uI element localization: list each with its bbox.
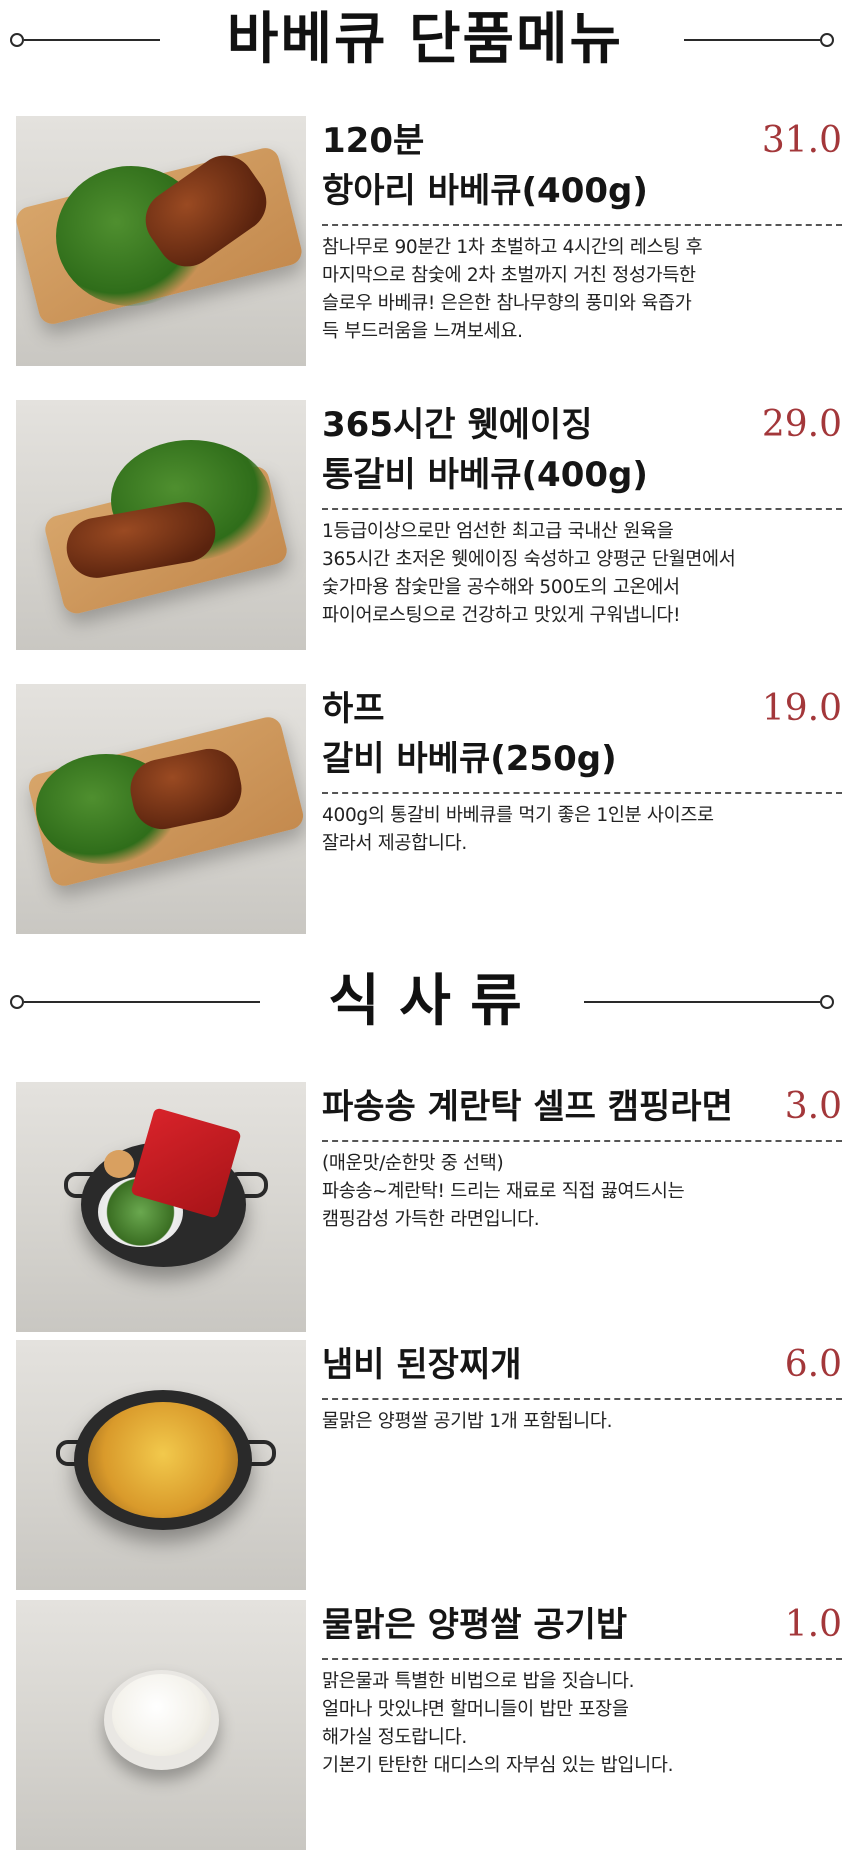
doenjang-stew-photo	[16, 1340, 306, 1590]
menu-item-name: 하프 갈비 바베큐(250g)	[322, 689, 617, 779]
menu-item-price: 1.0	[784, 1604, 842, 1645]
menu-item-description: 400g의 통갈비 바베큐를 먹기 좋은 1인분 사이즈로 잘라서 제공합니다.	[322, 805, 714, 854]
rice-bowl-photo	[16, 1600, 306, 1850]
menu-item-name: 파송송 계란탁 셀프 캠핑라면	[322, 1087, 733, 1127]
menu-item-name: 냄비 된장찌개	[322, 1345, 522, 1385]
menu-item-description: 맑은물과 특별한 비법으로 밥을 짓습니다. 얼마나 맛있냐면 할머니들이 밥만…	[322, 1671, 674, 1776]
menu-item-name: 물맑은 양평쌀 공기밥	[322, 1605, 628, 1645]
menu-item-info: 365시간 웻에이징 통갈비 바베큐(400g) 29.0 1등급이상으로만 엄…	[322, 400, 842, 630]
menu-item[interactable]: 냄비 된장찌개 6.0 물맑은 양평쌀 공기밥 1개 포함됩니다.	[16, 1340, 842, 1590]
menu-item-description: 물맑은 양평쌀 공기밥 1개 포함됩니다.	[322, 1411, 613, 1432]
dashed-divider	[322, 1398, 842, 1400]
menu-item-name: 120분 항아리 바베큐(400g)	[322, 121, 648, 211]
menu-item-description: 1등급이상으로만 엄선한 최고급 국내산 원육을 365시간 초저온 웻에이징 …	[322, 521, 736, 626]
half-ribs-photo	[16, 684, 306, 934]
section-header-meals: 식 사 류	[0, 962, 850, 1042]
bbq-jar-photo	[16, 116, 306, 366]
dashed-divider	[322, 508, 842, 510]
menu-item-name: 365시간 웻에이징 통갈비 바베큐(400g)	[322, 405, 648, 495]
camping-ramen-photo	[16, 1082, 306, 1332]
menu-item-info: 물맑은 양평쌀 공기밥 1.0 맑은물과 특별한 비법으로 밥을 짓습니다. 얼…	[322, 1600, 842, 1780]
menu-item[interactable]: 파송송 계란탁 셀프 캠핑라면 3.0 (매운맛/순한맛 중 선택) 파송송~계…	[16, 1082, 842, 1332]
menu-item-description: 참나무로 90분간 1차 초벌하고 4시간의 레스팅 후 마지막으로 참숯에 2…	[322, 237, 703, 342]
dashed-divider	[322, 1658, 842, 1660]
menu-item-price: 3.0	[784, 1086, 842, 1127]
menu-item-price: 19.0	[761, 688, 842, 729]
menu-item-price: 29.0	[761, 404, 842, 445]
menu-item-info: 120분 항아리 바베큐(400g) 31.0 참나무로 90분간 1차 초벌하…	[322, 116, 842, 346]
header-rule-right	[584, 995, 834, 1009]
menu-item-price: 6.0	[784, 1344, 842, 1385]
menu-item[interactable]: 물맑은 양평쌀 공기밥 1.0 맑은물과 특별한 비법으로 밥을 짓습니다. 얼…	[16, 1600, 842, 1850]
menu-item[interactable]: 365시간 웻에이징 통갈비 바베큐(400g) 29.0 1등급이상으로만 엄…	[16, 400, 842, 650]
dashed-divider	[322, 792, 842, 794]
rule-dot-icon	[820, 995, 834, 1009]
header-rule-right	[684, 33, 834, 47]
menu-item[interactable]: 120분 항아리 바베큐(400g) 31.0 참나무로 90분간 1차 초벌하…	[16, 116, 842, 366]
rule-dot-icon	[820, 33, 834, 47]
menu-item-info: 파송송 계란탁 셀프 캠핑라면 3.0 (매운맛/순한맛 중 선택) 파송송~계…	[322, 1082, 842, 1234]
menu-item[interactable]: 하프 갈비 바베큐(250g) 19.0 400g의 통갈비 바베큐를 먹기 좋…	[16, 684, 842, 934]
menu-item-info: 하프 갈비 바베큐(250g) 19.0 400g의 통갈비 바베큐를 먹기 좋…	[322, 684, 842, 858]
menu-item-description: (매운맛/순한맛 중 선택) 파송송~계란탁! 드리는 재료로 직접 끓여드시는…	[322, 1153, 685, 1230]
dashed-divider	[322, 1140, 842, 1142]
menu-item-info: 냄비 된장찌개 6.0 물맑은 양평쌀 공기밥 1개 포함됩니다.	[322, 1340, 842, 1436]
wet-aged-ribs-photo	[16, 400, 306, 650]
menu-item-price: 31.0	[761, 120, 842, 161]
dashed-divider	[322, 224, 842, 226]
section-header-bbq: 바베큐 단품메뉴	[0, 0, 850, 80]
